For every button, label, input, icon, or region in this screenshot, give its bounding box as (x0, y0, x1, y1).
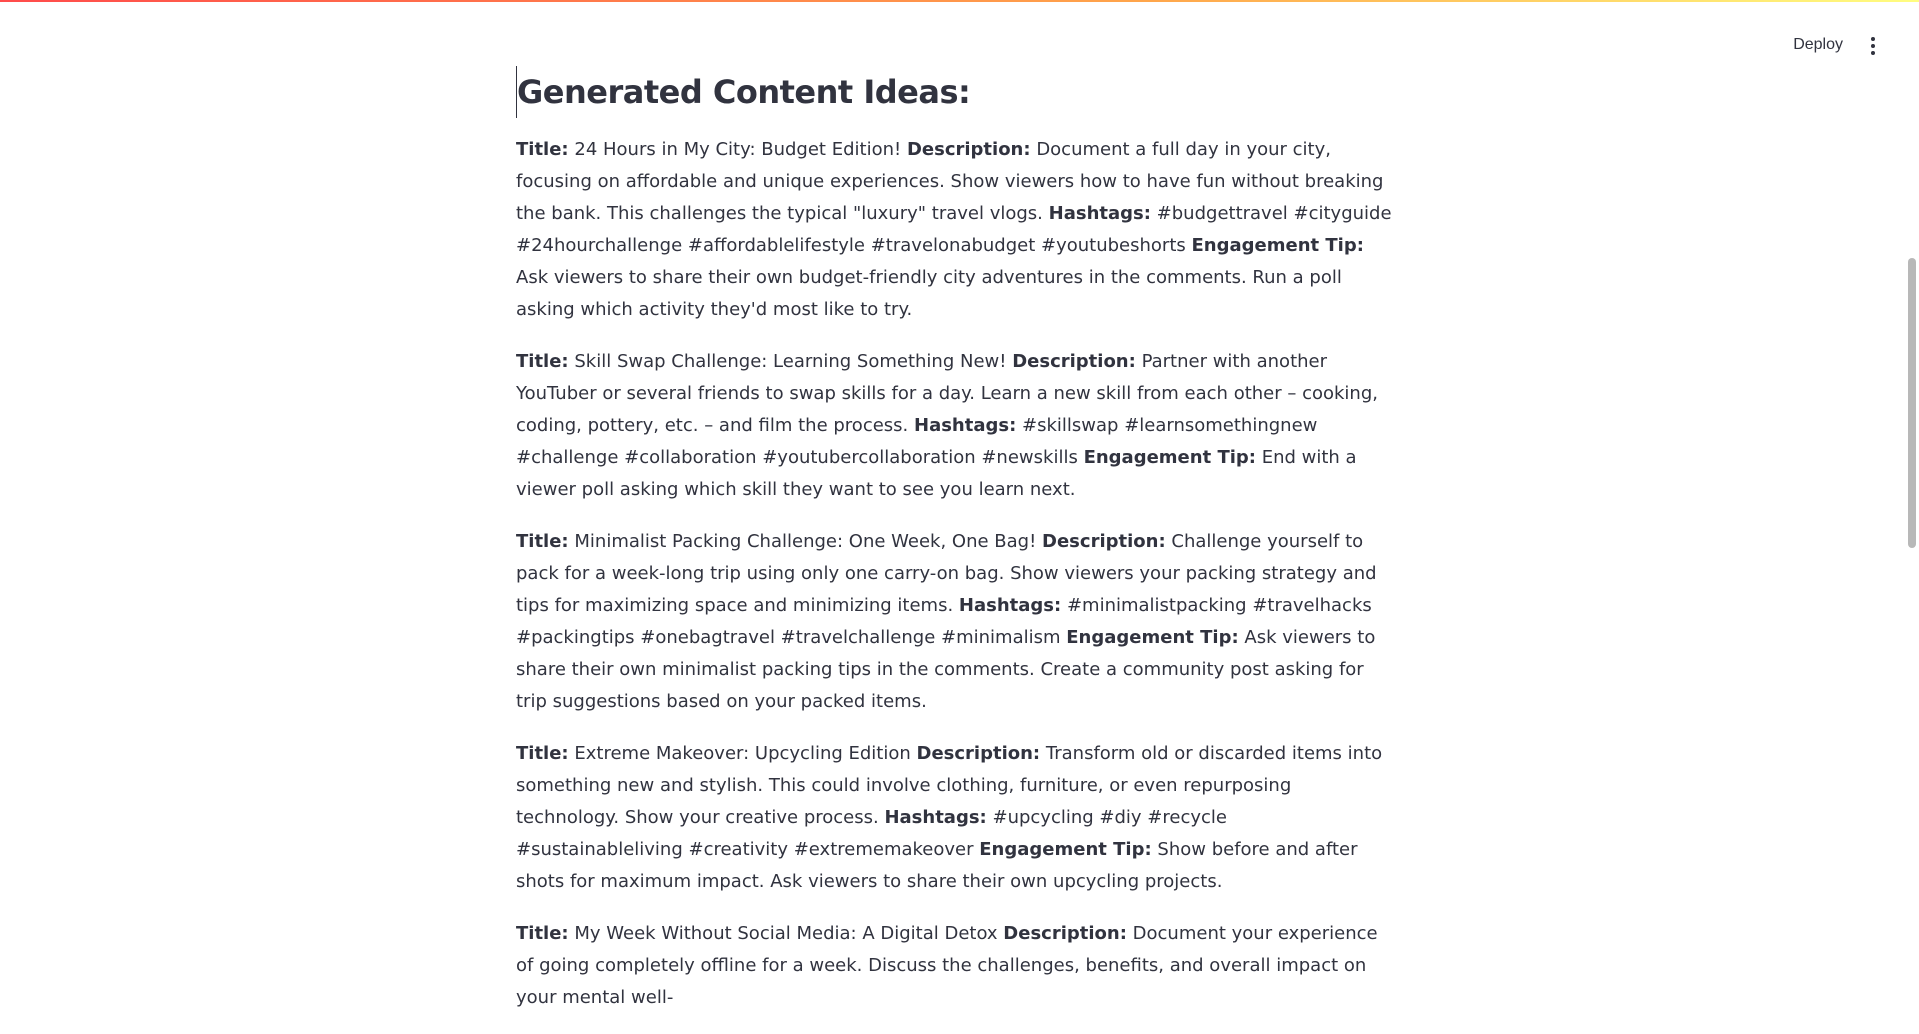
title-label: Title: (516, 743, 569, 764)
idea-item: Title: Extreme Makeover: Upcycling Editi… (516, 738, 1396, 898)
idea-title: 24 Hours in My City: Budget Edition! (574, 139, 902, 160)
description-label: Description: (916, 743, 1041, 764)
engagement-label: Engagement Tip: (1191, 235, 1364, 256)
description-label: Description: (1042, 531, 1166, 552)
title-label: Title: (516, 531, 569, 552)
idea-item: Title: Minimalist Packing Challenge: One… (516, 526, 1396, 718)
main-menu-button[interactable] (1865, 34, 1881, 58)
deploy-button[interactable]: Deploy (1785, 32, 1851, 58)
scrollbar-thumb[interactable] (1908, 258, 1916, 548)
hashtags-label: Hashtags: (914, 415, 1017, 436)
hashtags-label: Hashtags: (1048, 203, 1151, 224)
title-label: Title: (516, 351, 569, 372)
engagement-label: Engagement Tip: (1066, 627, 1239, 648)
idea-engagement: Ask viewers to share their own budget-fr… (516, 267, 1342, 320)
idea-item: Title: My Week Without Social Media: A D… (516, 918, 1396, 1014)
engagement-label: Engagement Tip: (1083, 447, 1256, 468)
description-label: Description: (1003, 923, 1127, 944)
page-scrollbar[interactable] (1905, 0, 1919, 907)
idea-title: My Week Without Social Media: A Digital … (574, 923, 998, 944)
description-label: Description: (906, 139, 1031, 160)
vertical-ellipsis-icon (1871, 37, 1875, 41)
hashtags-label: Hashtags: (884, 807, 987, 828)
description-label: Description: (1012, 351, 1136, 372)
title-label: Title: (516, 139, 569, 160)
idea-item: Title: Skill Swap Challenge: Learning So… (516, 346, 1396, 506)
hashtags-label: Hashtags: (958, 595, 1062, 616)
title-label: Title: (516, 923, 569, 944)
idea-item: Title: 24 Hours in My City: Budget Editi… (516, 134, 1396, 326)
engagement-label: Engagement Tip: (979, 839, 1152, 860)
app-header: Deploy (0, 2, 1919, 60)
main-content: Generated Content Ideas: Title: 24 Hours… (516, 66, 1396, 1034)
idea-title: Skill Swap Challenge: Learning Something… (574, 351, 1007, 372)
page-title: Generated Content Ideas: (516, 66, 1396, 118)
idea-title: Minimalist Packing Challenge: One Week, … (574, 531, 1037, 552)
ellipsis-dot (1871, 51, 1875, 55)
ellipsis-dot (1871, 44, 1875, 48)
idea-title: Extreme Makeover: Upcycling Edition (574, 743, 911, 764)
